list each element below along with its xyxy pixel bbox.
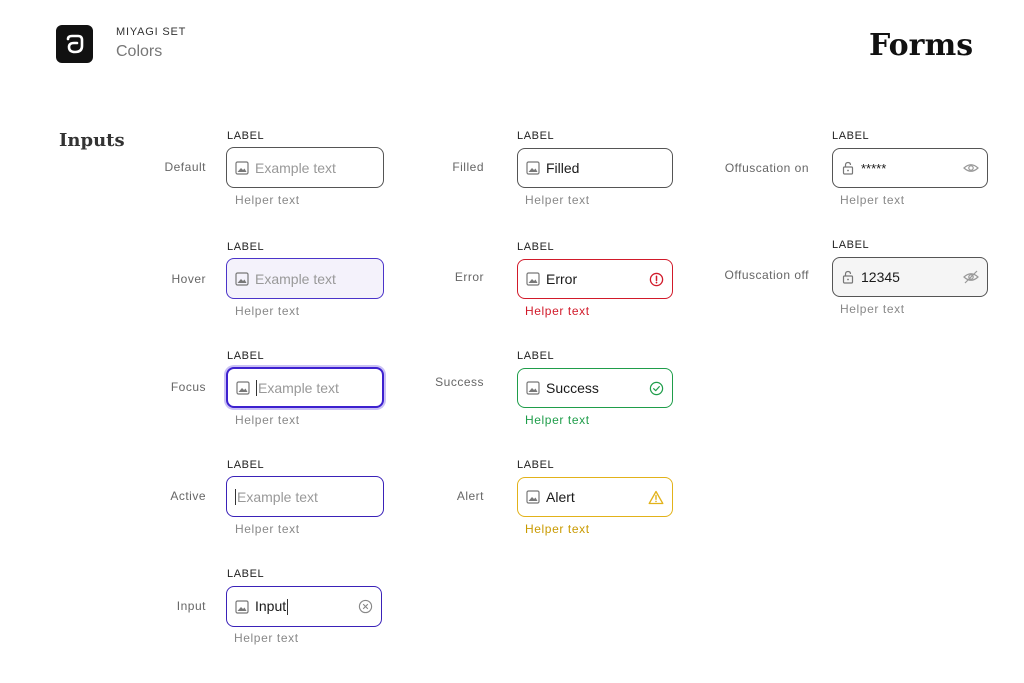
text-caret [287,599,289,616]
state-label-filled: Filled [452,160,484,174]
logo-mark-icon [66,34,83,54]
helper-text: Helper text [840,193,905,207]
image-icon [235,271,249,286]
input-success[interactable]: Success [517,368,673,408]
check-circle-icon [648,380,664,396]
field-label: LABEL [832,239,870,251]
password-input-visible[interactable]: 12345 [832,257,988,297]
image-icon [235,599,249,614]
image-icon [526,490,540,504]
state-label-obfuscation-off: Offuscation off [724,268,809,282]
section-title: Inputs [59,130,125,151]
brand-name: MIYAGI SET [116,26,187,38]
brand-logo [56,25,93,63]
clear-icon[interactable] [357,599,373,615]
state-label-alert: Alert [456,489,484,503]
input-placeholder: Example text [255,270,336,287]
helper-text: Helper text [235,193,300,207]
field-label: LABEL [227,350,265,362]
helper-text-error: Helper text [525,304,590,318]
field-label: LABEL [227,241,265,253]
input-placeholder: Example text [237,488,318,505]
eye-icon[interactable] [963,160,979,176]
field-label: LABEL [517,241,555,253]
field-label: LABEL [517,459,555,471]
image-icon [236,380,250,395]
eye-off-icon[interactable] [963,269,979,285]
state-label-focus: Focus [170,380,206,394]
text-caret [256,379,257,396]
input-value: Success [546,380,599,396]
error-icon [648,271,664,287]
state-label-obfuscation-on: Offuscation on [724,161,809,175]
helper-text: Helper text [235,304,300,318]
helper-text: Helper text [234,631,299,645]
helper-text-alert: Helper text [525,522,590,536]
input-error[interactable]: Error [517,259,673,299]
brand-subtitle: Colors [116,43,163,60]
helper-text: Helper text [525,193,590,207]
input-value: Alert [546,489,575,505]
input-default[interactable]: Example text [226,147,384,188]
state-label-active: Active [170,489,206,503]
helper-text: Helper text [235,522,300,536]
input-filled[interactable]: Filled [517,148,673,188]
input-alert[interactable]: Alert [517,477,673,517]
field-label: LABEL [227,459,265,471]
state-label-default: Default [164,160,206,174]
page-title: Forms [869,28,974,63]
password-input-obfuscated[interactable]: ***** [832,148,988,188]
input-focus[interactable]: Example text [226,367,384,408]
state-label-input: Input [176,599,206,613]
image-icon [526,381,540,395]
image-icon [235,160,249,175]
text-caret [235,488,236,505]
input-value: Error [546,271,578,287]
state-label-error: Error [454,270,484,284]
state-label-success: Success [435,375,484,389]
input-typing[interactable]: Input [226,586,382,627]
field-label: LABEL [832,130,870,142]
image-icon [526,161,540,175]
input-value: 12345 [861,269,900,285]
field-label: LABEL [227,568,265,580]
image-icon [526,272,540,286]
lock-icon [841,161,855,175]
input-placeholder: Example text [255,159,336,176]
input-value: ***** [861,160,887,176]
lock-icon [841,270,855,284]
helper-text-success: Helper text [525,413,590,427]
input-active[interactable]: Example text [226,476,384,517]
field-label: LABEL [517,130,555,142]
input-value: Input [255,597,289,616]
field-label: LABEL [517,350,555,362]
helper-text: Helper text [840,302,905,316]
input-placeholder: Example text [258,379,339,396]
field-label: LABEL [227,130,265,142]
state-label-hover: Hover [171,272,206,286]
helper-text: Helper text [235,413,300,427]
warning-icon [648,489,664,505]
input-value: Filled [546,160,580,176]
input-hover[interactable]: Example text [226,258,384,299]
